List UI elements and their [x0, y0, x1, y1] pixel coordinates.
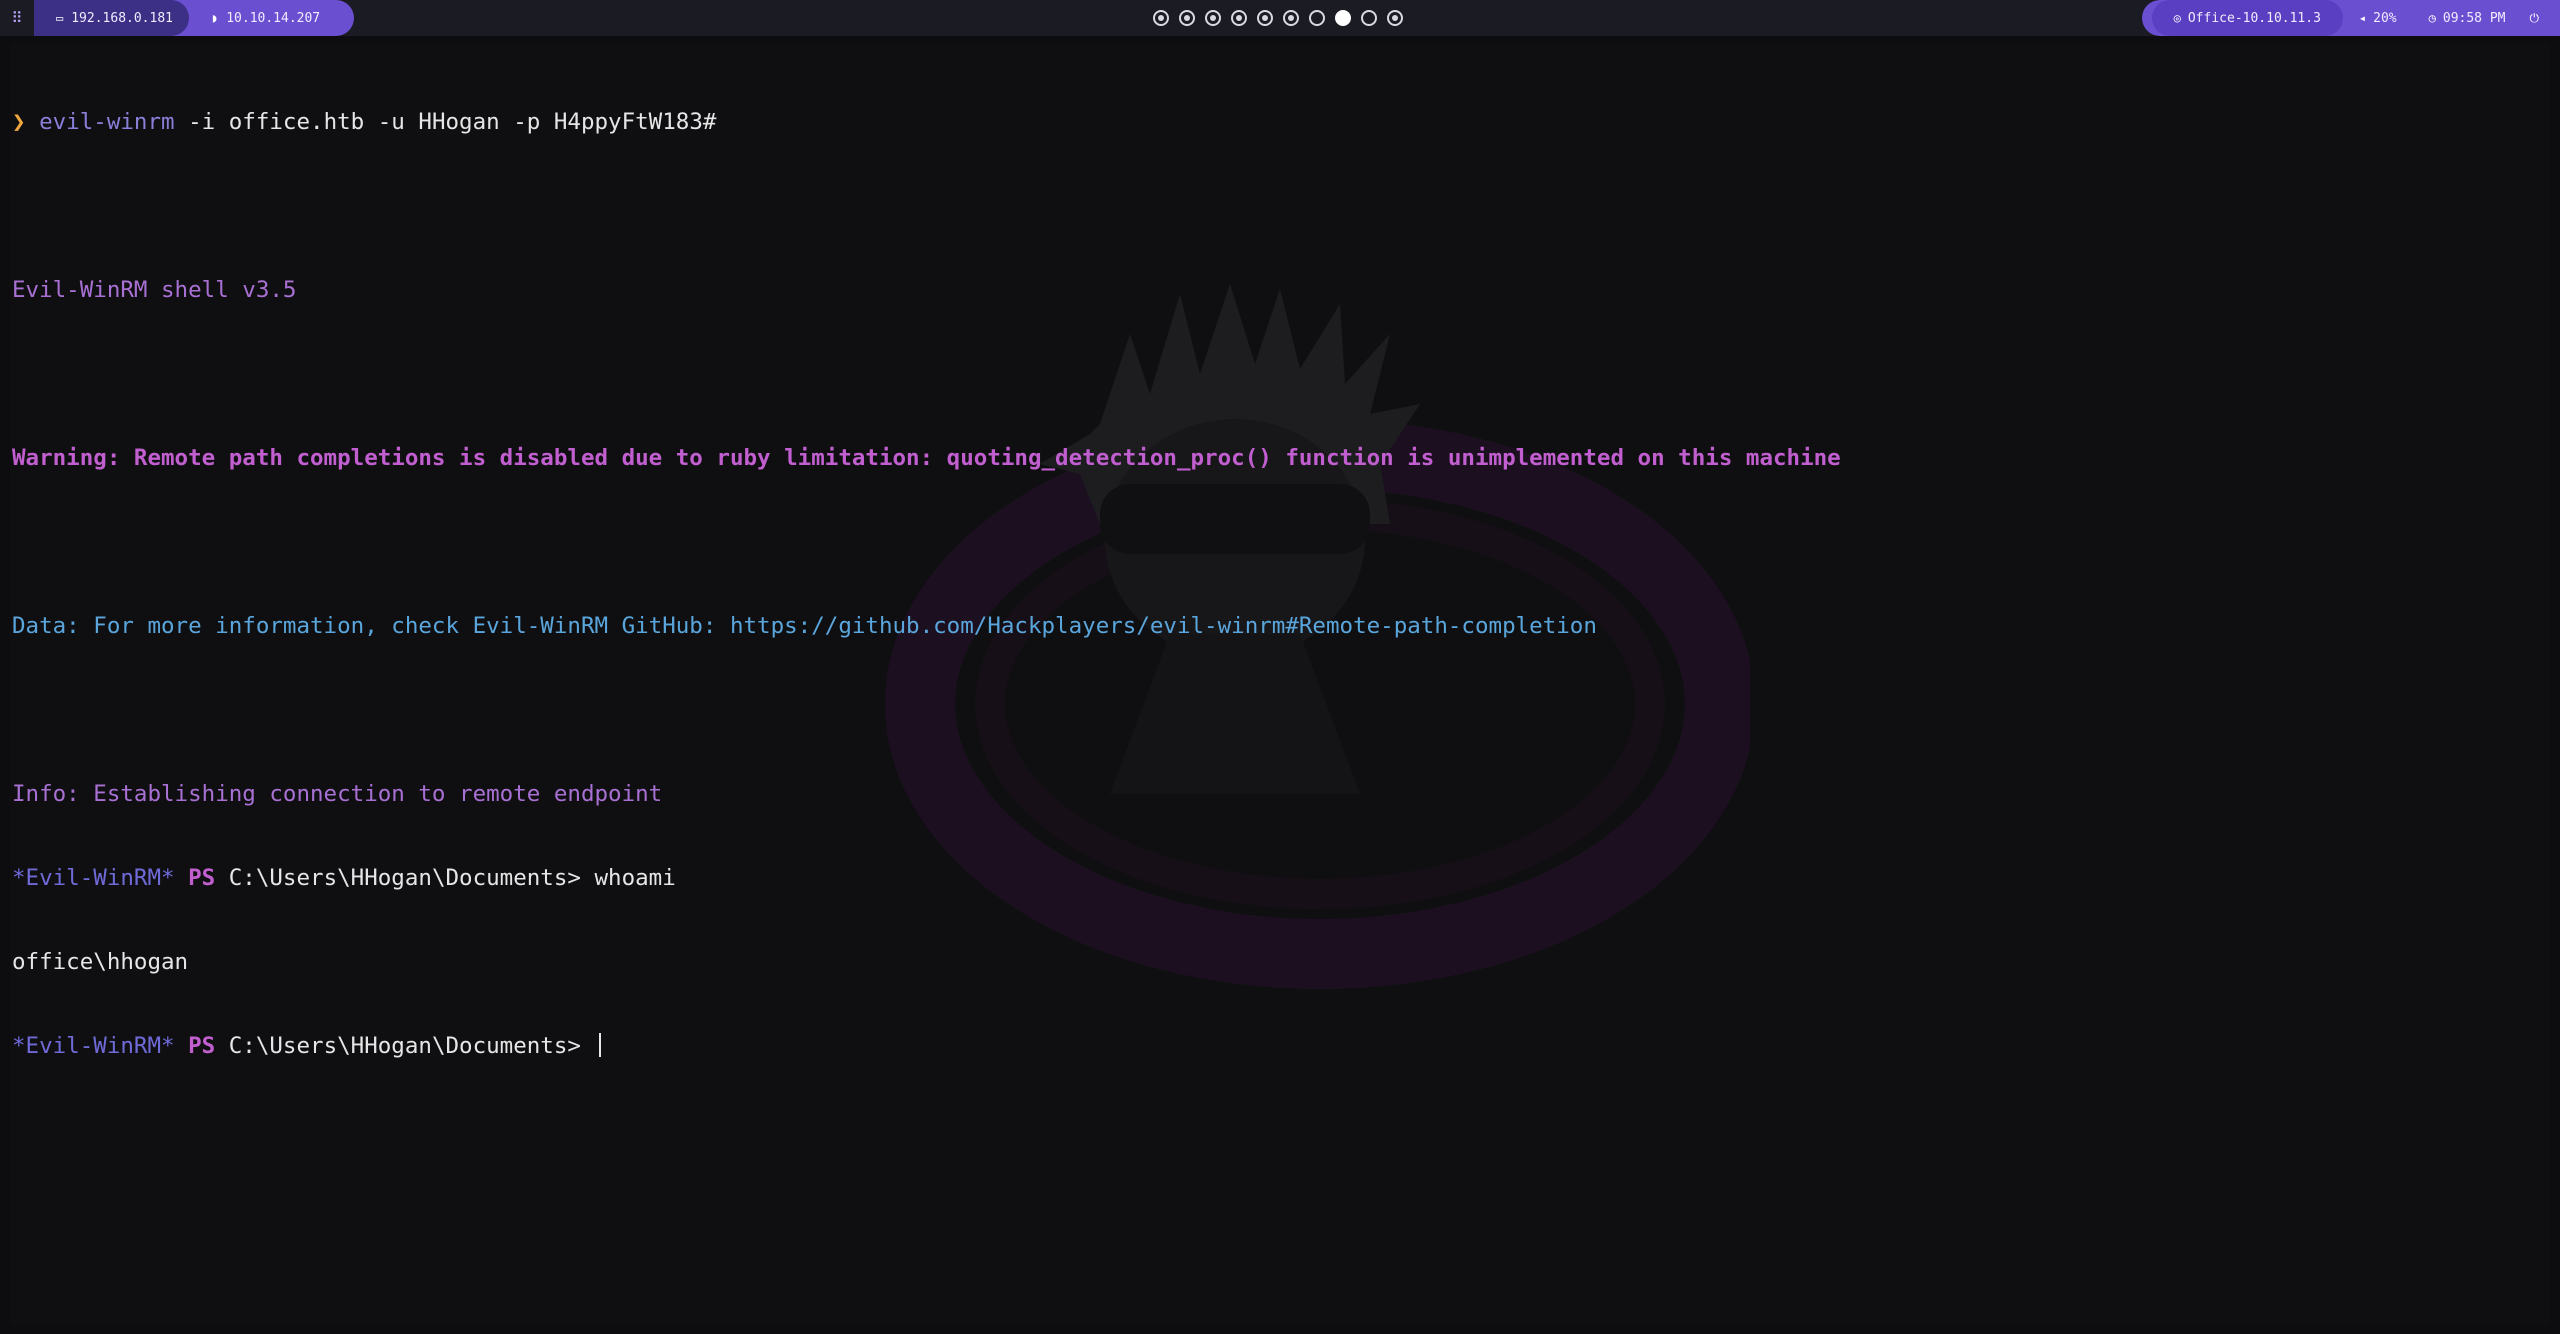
vpn-ip-text: 10.10.14.207: [226, 10, 321, 26]
ps-input-line[interactable]: *Evil-WinRM* PS C:\Users\HHogan\Document…: [12, 1032, 2542, 1060]
workspace-1-indicator[interactable]: [1153, 10, 1169, 26]
banner-line: Evil-WinRM shell v3.5: [12, 277, 297, 303]
workspace-switcher: [1153, 9, 1403, 27]
network-info-pill: ⠿ ▭ 192.168.0.181 ◗ 10.10.14.207: [0, 0, 355, 36]
target-text: Office-10.10.11.3: [2187, 10, 2321, 26]
prompt-symbol: ❯: [12, 109, 26, 135]
command-name: evil-winrm: [39, 109, 175, 135]
target-icon: ◎: [2173, 11, 2181, 25]
info-line: Info: Establishing connection to remote …: [12, 781, 663, 807]
text-cursor: [598, 1033, 601, 1057]
vpn-ip-pill[interactable]: ◗ 10.10.14.207: [189, 0, 336, 36]
app-menu-icon[interactable]: ⠿: [0, 0, 34, 36]
power-icon: ⏻: [2529, 10, 2540, 25]
ps-command: whoami: [594, 865, 676, 891]
terminal-output: ❯ evil-winrm -i office.htb -u HHogan -p …: [12, 52, 2542, 1116]
workspace-10-indicator[interactable]: [1387, 10, 1403, 26]
workspace-7-indicator[interactable]: [1309, 10, 1325, 26]
system-info-pill: ◎ Office-10.10.11.3 ◂ 20% ◷ 09:58 PM ⏻: [2141, 0, 2560, 36]
volume-pill[interactable]: ◂ 20%: [2343, 0, 2413, 36]
ps-prefix: *Evil-WinRM*: [12, 1033, 175, 1059]
ps-command-line: *Evil-WinRM* PS C:\Users\HHogan\Document…: [12, 864, 2542, 892]
command-output: office\hhogan: [12, 949, 189, 975]
volume-icon: ◂: [2358, 11, 2367, 25]
local-ip-pill[interactable]: ▭ 192.168.0.181: [34, 0, 189, 36]
workspace-5-indicator[interactable]: [1257, 10, 1273, 26]
clock-pill[interactable]: ◷ 09:58 PM: [2413, 0, 2522, 36]
ps-path: C:\Users\HHogan\Documents>: [215, 1033, 595, 1059]
terminal-window[interactable]: ❯ evil-winrm -i office.htb -u HHogan -p …: [10, 44, 2550, 1324]
workspace-6-indicator[interactable]: [1283, 10, 1299, 26]
power-button[interactable]: ⏻: [2522, 0, 2560, 36]
ps-label: PS: [188, 1033, 216, 1059]
clock-text: 09:58 PM: [2442, 10, 2506, 26]
volume-text: 20%: [2373, 10, 2397, 26]
workspace-4-indicator[interactable]: [1231, 10, 1247, 26]
monitor-icon: ▭: [56, 11, 64, 25]
data-line: Data: For more information, check Evil-W…: [12, 613, 1597, 639]
workspace-3-indicator[interactable]: [1205, 10, 1221, 26]
shield-icon: ◗: [210, 11, 219, 25]
workspace-2-indicator[interactable]: [1179, 10, 1195, 26]
command-args: -i office.htb -u HHogan -p H4ppyFtW183#: [174, 109, 717, 135]
target-pill[interactable]: ◎ Office-10.10.11.3: [2151, 0, 2343, 36]
clock-icon: ◷: [2428, 11, 2436, 25]
local-ip-text: 192.168.0.181: [71, 10, 173, 26]
ps-label: PS: [188, 865, 216, 891]
workspace-8-indicator[interactable]: [1335, 10, 1351, 26]
top-status-bar: ⠿ ▭ 192.168.0.181 ◗ 10.10.14.207 ◎ Offic…: [0, 0, 2560, 36]
workspace-9-indicator[interactable]: [1361, 10, 1377, 26]
warning-line: Warning: Remote path completions is disa…: [12, 445, 1841, 471]
command-line: ❯ evil-winrm -i office.htb -u HHogan -p …: [12, 108, 2542, 136]
ps-prefix: *Evil-WinRM*: [12, 865, 175, 891]
ps-path: C:\Users\HHogan\Documents>: [215, 865, 595, 891]
